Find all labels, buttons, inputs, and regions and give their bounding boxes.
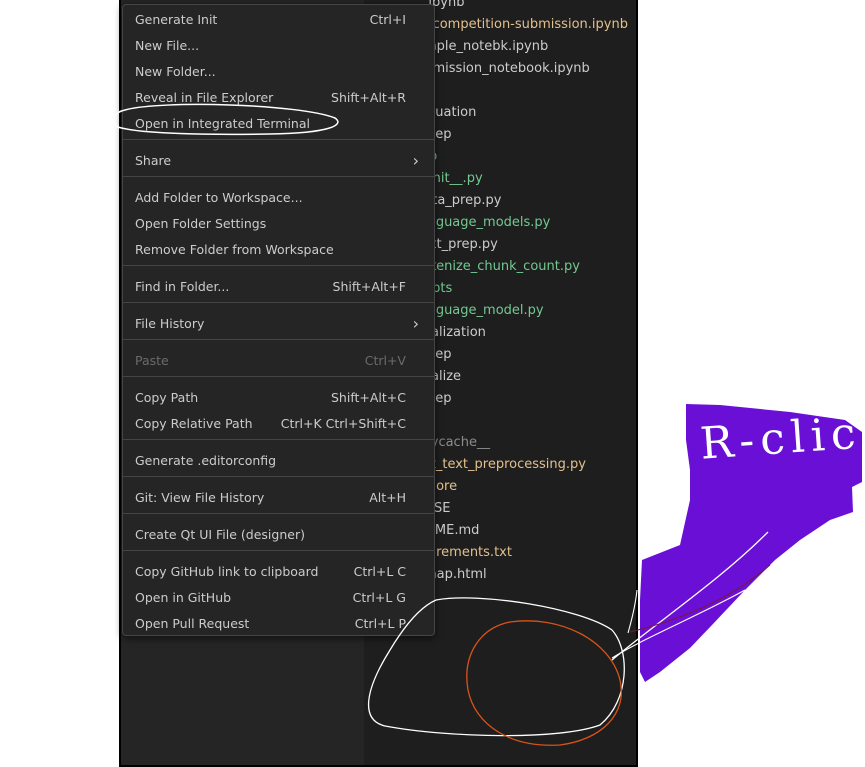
menu-separator — [123, 550, 434, 551]
menu-item-new-file[interactable]: New File... — [123, 34, 434, 58]
menu-item-label: Copy GitHub link to clipboard — [135, 564, 319, 579]
menu-item-open-folder-settings[interactable]: Open Folder Settings — [123, 212, 434, 236]
menu-item-label: Copy Relative Path — [135, 416, 253, 431]
menu-item-label: Open Folder Settings — [135, 216, 267, 231]
menu-item-shortcut: Ctrl+L G — [352, 590, 406, 605]
menu-item-file-history[interactable]: File History › — [123, 312, 434, 336]
menu-separator — [123, 265, 434, 266]
explorer-row-label: est_text_preprocessing.py — [416, 457, 586, 472]
menu-item-label: Copy Path — [135, 390, 199, 405]
menu-item-create-qt-ui-file-designer[interactable]: Create Qt UI File (designer) — [123, 523, 434, 547]
menu-separator — [123, 476, 434, 477]
menu-item-add-folder-to-workspace[interactable]: Add Folder to Workspace... — [123, 186, 434, 210]
menu-separator — [123, 513, 434, 514]
menu-item-label: File History — [135, 316, 205, 331]
menu-item-label: Reveal in File Explorer — [135, 90, 274, 105]
menu-item-reveal-in-file-explorer[interactable]: Reveal in File Explorer Shift+Alt+R — [123, 86, 434, 110]
menu-item-shortcut: Ctrl+K Ctrl+Shift+C — [280, 416, 406, 431]
menu-item-shortcut: Ctrl+L C — [353, 564, 406, 579]
menu-item-open-in-integrated-terminal[interactable]: Open in Integrated Terminal — [123, 112, 434, 136]
menu-item-find-in-folder[interactable]: Find in Folder... Shift+Alt+F — [123, 275, 434, 299]
menu-item-open-in-github[interactable]: Open in GitHub Ctrl+L G — [123, 586, 434, 610]
menu-item-copy-relative-path[interactable]: Copy Relative Path Ctrl+K Ctrl+Shift+C — [123, 412, 434, 436]
chevron-right-icon: › — [412, 151, 419, 170]
menu-item-generate-init[interactable]: Generate Init Ctrl+I — [123, 8, 434, 32]
menu-item-share[interactable]: Share › — [123, 149, 434, 173]
explorer-row-label: language_models.py — [416, 215, 551, 230]
menu-item-label: Open in GitHub — [135, 590, 232, 605]
menu-item-label: Find in Folder... — [135, 279, 230, 294]
explorer-row-label: lp-competition-submission.ipynb — [416, 17, 628, 32]
menu-separator — [123, 139, 434, 140]
menu-separator — [123, 376, 434, 377]
menu-item-label: Add Folder to Workspace... — [135, 190, 303, 205]
menu-item-label: Paste — [135, 353, 169, 368]
menu-item-shortcut: Shift+Alt+C — [330, 390, 406, 405]
explorer-row-label: tokenize_chunk_count.py — [416, 259, 580, 274]
menu-item-label: Open in Integrated Terminal — [135, 116, 310, 131]
explorer-row-label: language_model.py — [416, 303, 544, 318]
menu-item-label: Open Pull Request — [135, 616, 250, 631]
explorer-row-label: ubmission_notebook.ipynb — [416, 61, 590, 76]
menu-item-label: Create Qt UI File (designer) — [135, 527, 305, 542]
menu-item-shortcut: Shift+Alt+F — [332, 279, 406, 294]
menu-item-new-folder[interactable]: New Folder... — [123, 60, 434, 84]
pointer-line-dark-annotation — [629, 564, 771, 633]
menu-item-paste: Paste Ctrl+V — [123, 349, 434, 373]
menu-item-label: New Folder... — [135, 64, 216, 79]
menu-item-generate-editorconfig[interactable]: Generate .editorconfig — [123, 449, 434, 473]
menu-item-label: Remove Folder from Workspace — [135, 242, 334, 257]
rclick-note-annotation: R-click — [698, 405, 865, 470]
purple-scribble-annotation — [640, 404, 862, 682]
menu-item-shortcut: Ctrl+V — [364, 353, 406, 368]
menu-item-open-pull-request[interactable]: Open Pull Request Ctrl+L P — [123, 612, 434, 636]
menu-item-label: Generate .editorconfig — [135, 453, 277, 468]
menu-separator — [123, 302, 434, 303]
menu-item-git-view-file-history[interactable]: Git: View File History Alt+H — [123, 486, 434, 510]
menu-item-label: New File... — [135, 38, 200, 53]
menu-item-label: Generate Init — [135, 12, 218, 27]
menu-item-copy-path[interactable]: Copy Path Shift+Alt+C — [123, 386, 434, 410]
menu-separator — [123, 439, 434, 440]
menu-item-shortcut: Alt+H — [369, 490, 406, 505]
menu-separator — [123, 176, 434, 177]
menu-item-copy-github-link-to-clipboard[interactable]: Copy GitHub link to clipboard Ctrl+L C — [123, 560, 434, 584]
menu-item-shortcut: Ctrl+L P — [354, 616, 406, 631]
context-menu: Generate Init Ctrl+I New File... New Folder… — [122, 4, 435, 636]
menu-item-label: Git: View File History — [135, 490, 265, 505]
menu-separator — [123, 339, 434, 340]
menu-item-label: Share — [135, 153, 172, 168]
menu-item-shortcut: Shift+Alt+R — [331, 90, 406, 105]
chevron-right-icon: › — [412, 314, 419, 333]
menu-item-shortcut: Ctrl+I — [369, 12, 406, 27]
menu-item-remove-folder-from-workspace[interactable]: Remove Folder from Workspace — [123, 238, 434, 262]
explorer-row-label: ample_notebk.ipynb — [416, 39, 549, 54]
